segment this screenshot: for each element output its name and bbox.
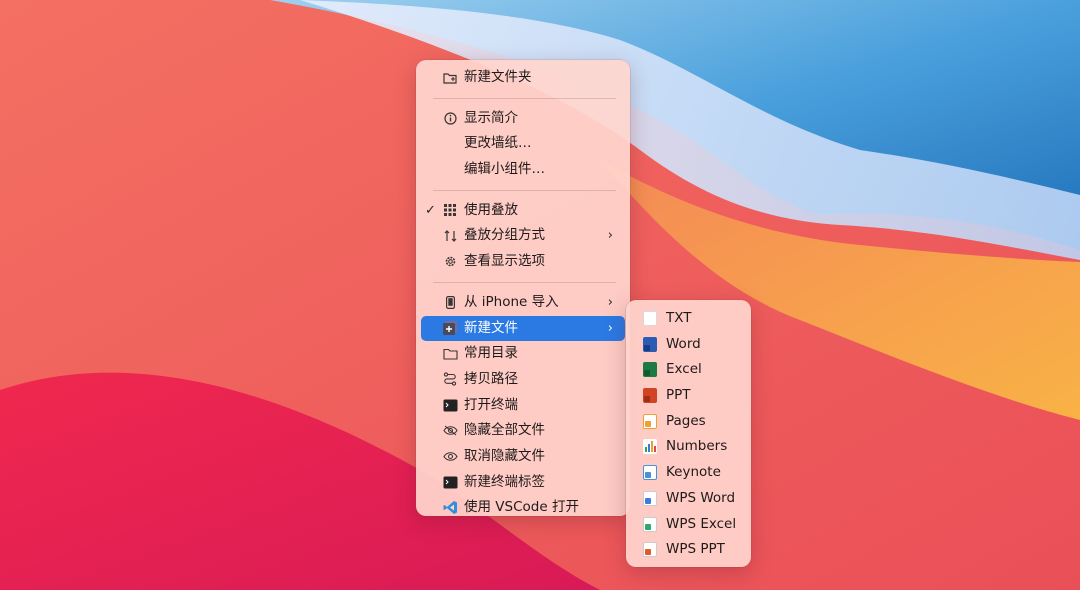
menu-item-label: 使用 VSCode 打开 [464,499,579,516]
menu-item-label: 更改墙纸… [464,135,532,152]
menu-item-import-from-iphone[interactable]: 从 iPhone 导入 › [421,290,625,316]
new-file-icon [442,316,458,342]
menu-item-copy-path[interactable]: 拷贝路径 [421,367,625,393]
submenu-item-pages[interactable]: Pages [631,409,746,435]
checkmark-icon: ✓ [425,202,436,218]
menu-item-unhide-files[interactable]: 取消隐藏文件 [421,444,625,470]
menu-item-label: 隐藏全部文件 [464,422,545,439]
submenu-item-label: WPS Excel [666,515,737,532]
submenu-item-keynote[interactable]: Keynote [631,460,746,486]
pages-icon [643,413,657,429]
numbers-icon [643,439,657,455]
submenu-item-excel[interactable]: Excel [631,357,746,383]
keynote-icon [643,465,657,481]
menu-item-label: 显示简介 [464,109,518,126]
menu-item-open-with-vscode[interactable]: 使用 VSCode 打开 [421,495,625,521]
eye-slash-icon [442,418,458,444]
menu-item-label: 常用目录 [464,345,518,362]
menu-item-get-info[interactable]: 显示简介 [421,106,625,132]
eye-icon [442,444,458,470]
menu-separator [433,97,616,99]
menu-item-label: 打开终端 [464,396,518,413]
menu-item-new-file[interactable]: 新建文件 › [421,315,625,342]
menu-item-open-terminal[interactable]: 打开终端 [421,393,625,419]
submenu-item-label: Keynote [666,464,721,481]
menu-item-hide-all-files[interactable]: 隐藏全部文件 [421,418,625,444]
menu-item-label: 新建终端标签 [464,473,545,490]
wps-excel-icon [643,516,657,532]
wps-word-icon [643,490,657,506]
menu-item-label: 使用叠放 [464,201,518,218]
info-icon [442,106,458,132]
menu-separator [433,189,616,191]
menu-item-edit-widgets[interactable]: 编辑小组件… [421,157,625,183]
submenu-item-wps-ppt[interactable]: WPS PPT [631,537,746,563]
menu-item-show-view-options[interactable]: 查看显示选项 [421,249,625,275]
menu-item-label: 新建文件夹 [464,69,532,85]
submenu-item-label: WPS PPT [666,541,725,558]
menu-item-label: 新建文件 [464,319,518,336]
txt-file-icon [643,311,657,326]
menu-item-label: 从 iPhone 导入 [464,293,559,310]
iphone-icon [442,290,458,316]
menu-item-group-stacks-by[interactable]: 叠放分组方式 › [421,223,625,249]
menu-item-label: 叠放分组方式 [464,227,545,244]
submenu-item-numbers[interactable]: Numbers [631,434,746,460]
desktop-context-menu: 新建文件夹 显示简介 更改墙纸… 编辑小组件… ✓ 使用叠放 叠放分组方式 › … [416,60,630,516]
chevron-right-icon: › [607,320,613,336]
submenu-item-label: Word [666,335,701,352]
submenu-item-txt[interactable]: TXT [631,306,746,332]
new-folder-icon [442,65,458,91]
menu-item-new-terminal-tab[interactable]: 新建终端标签 [421,470,625,496]
wps-ppt-icon [643,542,657,558]
submenu-item-label: Pages [666,412,706,429]
vscode-icon [442,495,458,521]
submenu-item-label: Numbers [666,438,728,455]
submenu-item-label: PPT [666,387,691,404]
menu-item-label: 拷贝路径 [464,370,518,387]
new-file-submenu: TXT Word Excel PPT Pages Numbers Keynote… [626,300,751,567]
chevron-right-icon: › [607,228,613,244]
submenu-item-ppt[interactable]: PPT [631,383,746,409]
path-icon [442,367,458,393]
word-icon [643,336,657,352]
menu-item-label: 取消隐藏文件 [464,447,545,464]
menu-separator [433,281,616,283]
menu-item-new-folder[interactable]: 新建文件夹 [421,65,625,91]
submenu-item-wps-excel[interactable]: WPS Excel [631,512,746,538]
menu-item-use-stacks[interactable]: ✓ 使用叠放 [421,198,625,224]
submenu-item-wps-word[interactable]: WPS Word [631,486,746,512]
folder-icon [442,341,458,367]
submenu-item-label: Excel [666,361,702,378]
menu-item-common-dirs[interactable]: 常用目录 [421,341,625,367]
menu-item-label: 查看显示选项 [464,253,545,270]
chevron-right-icon: › [607,294,613,310]
gear-icon [442,249,458,275]
submenu-item-word[interactable]: Word [631,332,746,358]
menu-item-label: 编辑小组件… [464,161,545,178]
submenu-item-label: TXT [666,310,692,326]
terminal-icon [442,393,458,419]
powerpoint-icon [643,388,657,404]
excel-icon [643,362,657,378]
sort-arrows-icon [442,223,458,249]
submenu-item-label: WPS Word [666,489,736,506]
terminal-icon [442,470,458,496]
grid-icon [442,198,458,224]
menu-item-change-wallpaper[interactable]: 更改墙纸… [421,131,625,157]
